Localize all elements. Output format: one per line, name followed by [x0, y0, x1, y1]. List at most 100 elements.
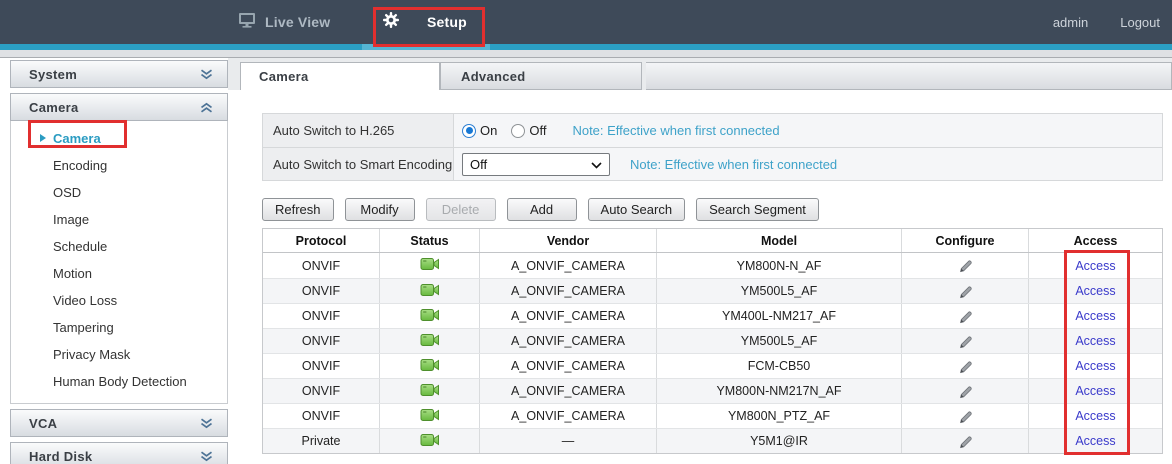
table-row: ONVIF — [263, 378, 1162, 403]
sidebar-section-vca[interactable]: VCA — [10, 409, 228, 437]
camera-table: Protocol Status Vendor Model Configure A… — [262, 228, 1163, 454]
cell-status — [380, 354, 480, 378]
sidebar-section-system[interactable]: System — [10, 60, 228, 88]
sidebar-item[interactable]: Schedule — [11, 233, 227, 260]
auto-search-button[interactable]: Auto Search — [588, 198, 686, 221]
sidebar-item-label: Schedule — [53, 239, 107, 254]
cell-protocol: ONVIF — [263, 253, 380, 278]
access-link[interactable]: Access — [1075, 284, 1115, 298]
table-row: ONVIF — [263, 278, 1162, 303]
cell-vendor: A_ONVIF_CAMERA — [480, 354, 657, 378]
tab-advanced[interactable]: Advanced — [440, 62, 642, 90]
access-link[interactable]: Access — [1075, 409, 1115, 423]
edit-pencil-icon[interactable] — [958, 334, 973, 349]
sidebar-item[interactable]: Human Body Detection — [11, 368, 227, 395]
cell-configure — [902, 404, 1029, 428]
sidebar-item[interactable]: OSD — [11, 179, 227, 206]
table-row: ONVIF — [263, 353, 1162, 378]
h265-note: Note: Effective when first connected — [572, 123, 779, 138]
camera-online-icon — [420, 308, 440, 325]
nav-setup[interactable]: Setup — [383, 0, 467, 44]
sidebar-item[interactable]: Motion — [11, 260, 227, 287]
cell-access: Access — [1029, 304, 1162, 328]
edit-pencil-icon[interactable] — [958, 359, 973, 374]
nav-live-view[interactable]: Live View — [238, 0, 330, 44]
sidebar-item[interactable]: Tampering — [11, 314, 227, 341]
username-label: admin — [1053, 15, 1088, 30]
tab-advanced-label: Advanced — [461, 69, 526, 84]
live-view-label: Live View — [265, 14, 330, 30]
tab-camera[interactable]: Camera — [240, 62, 440, 90]
sidebar-item[interactable]: Privacy Mask — [11, 341, 227, 368]
radio-off[interactable] — [511, 124, 525, 138]
sidebar-item[interactable]: Image — [11, 206, 227, 233]
access-link[interactable]: Access — [1075, 359, 1115, 373]
access-link[interactable]: Access — [1075, 434, 1115, 448]
edit-pencil-icon[interactable] — [958, 384, 973, 399]
edit-pencil-icon[interactable] — [958, 284, 973, 299]
cell-protocol: ONVIF — [263, 404, 380, 428]
edit-pencil-icon[interactable] — [958, 434, 973, 449]
cell-model: YM800N-NM217N_AF — [657, 379, 902, 403]
sidebar-section-hard-disk[interactable]: Hard Disk — [10, 442, 228, 464]
sidebar-item-label: Encoding — [53, 158, 107, 173]
cell-protocol: ONVIF — [263, 329, 380, 353]
sidebar-item-label: Tampering — [53, 320, 114, 335]
cell-model: YM800N-N_AF — [657, 253, 902, 278]
cell-access: Access — [1029, 404, 1162, 428]
refresh-button[interactable]: Refresh — [262, 198, 334, 221]
sidebar-section-camera[interactable]: Camera — [10, 93, 228, 121]
edit-pencil-icon[interactable] — [958, 258, 973, 273]
smart-encoding-controls: Off Note: Effective when first connected — [454, 148, 1162, 180]
smart-encoding-select[interactable]: Off — [462, 153, 610, 176]
camera-online-icon — [420, 433, 440, 450]
edit-pencil-icon[interactable] — [958, 309, 973, 324]
search-segment-button[interactable]: Search Segment — [696, 198, 819, 221]
setup-label: Setup — [427, 14, 467, 30]
section-label-camera: Camera — [29, 100, 79, 115]
chevron-double-down-icon — [200, 418, 213, 429]
section-label-system: System — [29, 67, 77, 82]
access-link[interactable]: Access — [1075, 259, 1115, 273]
table-body: ONVIF — [263, 253, 1162, 453]
tabstrip-filler — [646, 62, 1172, 90]
active-item-arrow-icon — [40, 134, 46, 142]
cell-access: Access — [1029, 354, 1162, 378]
h265-on-option[interactable]: On — [462, 123, 497, 138]
h265-controls: On Off Note: Effective when first connec… — [454, 114, 1162, 147]
cell-configure — [902, 304, 1029, 328]
col-vendor: Vendor — [480, 229, 657, 252]
camera-online-icon — [420, 408, 440, 425]
h265-off-option[interactable]: Off — [511, 123, 546, 138]
cell-vendor: A_ONVIF_CAMERA — [480, 253, 657, 278]
camera-online-icon — [420, 358, 440, 375]
cell-protocol: ONVIF — [263, 279, 380, 303]
access-link[interactable]: Access — [1075, 309, 1115, 323]
cell-vendor: A_ONVIF_CAMERA — [480, 404, 657, 428]
section-label-hard-disk: Hard Disk — [29, 449, 92, 464]
logout-button[interactable]: Logout — [1120, 15, 1160, 30]
sidebar-item[interactable]: Camera — [11, 125, 227, 152]
sidebar-item-label: Video Loss — [53, 293, 117, 308]
sidebar: System Camera Camera Encoding — [10, 60, 228, 464]
radio-on-selected[interactable] — [462, 124, 476, 138]
access-link[interactable]: Access — [1075, 384, 1115, 398]
cell-model: Y5M1@IR — [657, 429, 902, 453]
delete-button[interactable]: Delete — [426, 198, 496, 221]
camera-online-icon — [420, 257, 440, 274]
access-link[interactable]: Access — [1075, 334, 1115, 348]
table-row: ONVIF — [263, 328, 1162, 353]
camera-online-icon — [420, 283, 440, 300]
modify-button[interactable]: Modify — [345, 198, 415, 221]
sidebar-item[interactable]: Video Loss — [11, 287, 227, 314]
sidebar-item[interactable]: Encoding — [11, 152, 227, 179]
section-label-vca: VCA — [29, 416, 57, 431]
add-button[interactable]: Add — [507, 198, 577, 221]
top-navigation-bar: Live View Setup admin Log — [0, 0, 1172, 44]
edit-pencil-icon[interactable] — [958, 409, 973, 424]
cell-status — [380, 279, 480, 303]
sidebar-item-label: Human Body Detection — [53, 374, 187, 389]
cell-configure — [902, 279, 1029, 303]
cell-status — [380, 404, 480, 428]
cell-access: Access — [1029, 329, 1162, 353]
